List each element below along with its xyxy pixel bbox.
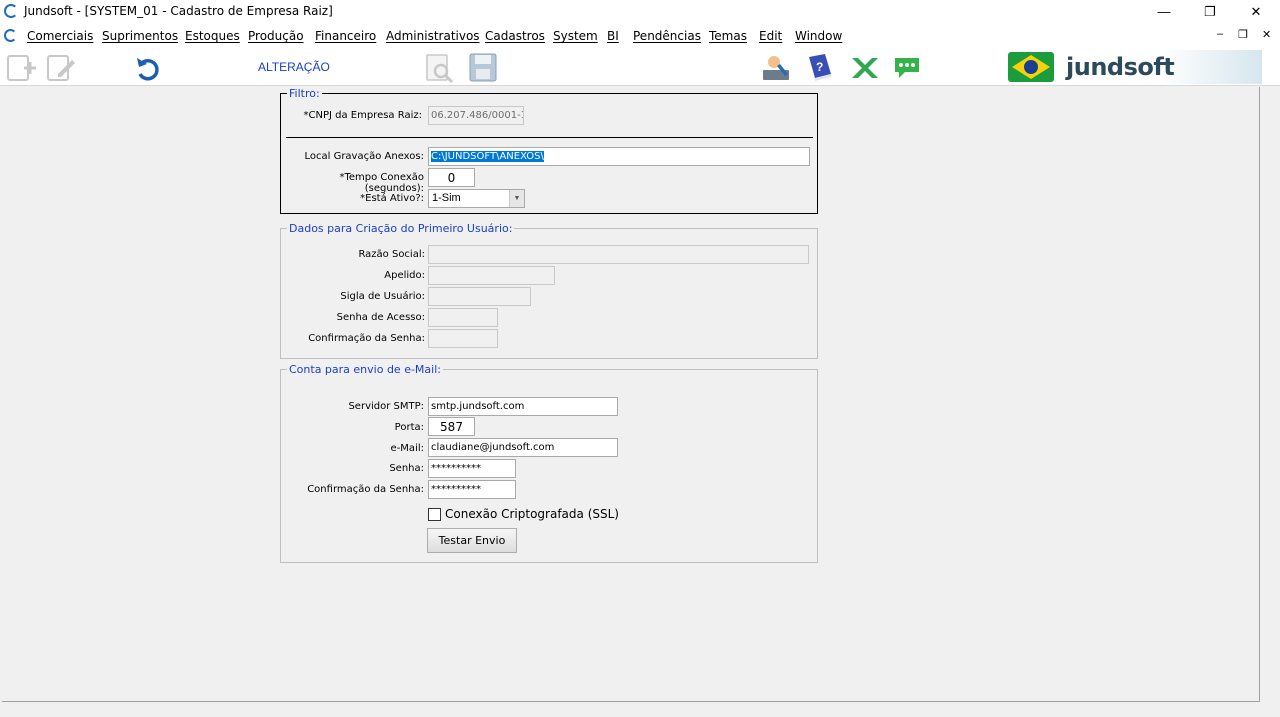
menu-financeiro[interactable]: Financeiro xyxy=(315,29,376,43)
user-tools-icon[interactable] xyxy=(760,52,792,84)
chevron-down-icon[interactable]: ▼ xyxy=(509,190,524,207)
menu-window[interactable]: Window xyxy=(795,29,842,43)
mdi-restore-button[interactable]: ❐ xyxy=(1238,28,1248,41)
sigla-usuario-label: Sigla de Usuário: xyxy=(340,291,425,302)
ssl-label[interactable]: Conexão Criptografada (SSL) xyxy=(445,507,619,521)
menu-bar: Comerciais Suprimentos Estoques Produção… xyxy=(0,23,1280,49)
menu-estoques[interactable]: Estoques xyxy=(185,29,240,43)
chat-icon[interactable] xyxy=(891,52,923,84)
add-icon[interactable] xyxy=(6,52,38,84)
cnpj-field: 06.207.486/0001-10 xyxy=(428,106,524,125)
apelido-label: Apelido: xyxy=(384,270,425,281)
ssl-checkbox[interactable] xyxy=(428,508,441,521)
divider xyxy=(286,137,813,138)
toolbar: ALTERAÇÃO ? jundsoft xyxy=(0,49,1280,86)
senha-field[interactable]: ********** xyxy=(428,459,516,478)
mdi-close-button[interactable]: ✕ xyxy=(1262,28,1271,41)
local-gravacao-field[interactable]: C:\JUNDSOFT\ANEXOS\ xyxy=(428,147,810,166)
menu-comerciais[interactable]: Comerciais xyxy=(27,29,93,43)
menu-administrativos[interactable]: Administrativos xyxy=(386,29,480,43)
local-gravacao-value: C:\JUNDSOFT\ANEXOS\ xyxy=(431,151,544,162)
mode-label: ALTERAÇÃO xyxy=(258,60,330,74)
window-title: Jundsoft - [SYSTEM_01 - Cadastro de Empr… xyxy=(24,4,333,18)
tempo-conexao-label: *Tempo Conexão (segundos): xyxy=(339,172,424,194)
email-field[interactable]: claudiane@jundsoft.com xyxy=(428,438,618,457)
esta-ativo-select[interactable]: 1-Sim ▼ xyxy=(428,189,525,208)
menu-pendencias[interactable]: Pendências xyxy=(633,29,701,43)
mdi-child-icon[interactable] xyxy=(4,29,17,42)
menu-system[interactable]: System xyxy=(553,29,598,43)
email-label: e-Mail: xyxy=(390,443,424,454)
brand-logo: jundsoft xyxy=(1066,53,1175,81)
minimize-button[interactable]: — xyxy=(1141,0,1187,23)
restore-button[interactable]: ❐ xyxy=(1187,0,1233,23)
conta-email-legend: Conta para envio de e-Mail: xyxy=(289,363,441,376)
brazil-flag-icon xyxy=(1008,52,1054,82)
brand-area: jundsoft xyxy=(1006,50,1262,84)
edit-icon[interactable] xyxy=(46,52,78,84)
menu-producao[interactable]: Produção xyxy=(248,29,304,43)
confirmacao-senha-field xyxy=(428,329,498,348)
filtro-legend: Filtro: xyxy=(289,87,320,100)
esta-ativo-value: 1-Sim xyxy=(432,192,461,204)
menu-cadastros[interactable]: Cadastros xyxy=(485,29,545,43)
right-edge xyxy=(1261,87,1280,717)
tempo-conexao-field[interactable]: 0 xyxy=(428,168,475,187)
app-logo-icon xyxy=(4,4,18,18)
porta-field[interactable]: 587 xyxy=(428,417,475,436)
excel-icon[interactable] xyxy=(848,52,880,84)
local-gravacao-label: Local Gravação Anexos: xyxy=(304,151,424,162)
sigla-usuario-field xyxy=(428,287,531,306)
testar-envio-button[interactable]: Testar Envio xyxy=(427,528,517,553)
smtp-label: Servidor SMTP: xyxy=(348,401,424,412)
save-icon[interactable] xyxy=(467,52,499,84)
esta-ativo-label: *Está Ativo?: xyxy=(360,193,424,204)
title-bar: Jundsoft - [SYSTEM_01 - Cadastro de Empr… xyxy=(0,0,1280,23)
menu-bi[interactable]: BI xyxy=(607,29,619,43)
senha-acesso-field xyxy=(428,308,498,327)
senha-label: Senha: xyxy=(389,463,424,474)
close-button[interactable]: ✕ xyxy=(1233,0,1279,23)
help-book-icon[interactable]: ? xyxy=(803,52,835,84)
confirmacao-senha-email-field[interactable]: ********** xyxy=(428,480,516,499)
porta-label: Porta: xyxy=(394,422,424,433)
senha-acesso-label: Senha de Acesso: xyxy=(336,312,425,323)
menu-edit[interactable]: Edit xyxy=(759,29,782,43)
undo-icon[interactable] xyxy=(131,52,163,84)
apelido-field xyxy=(428,266,555,285)
menu-suprimentos[interactable]: Suprimentos xyxy=(102,29,178,43)
menu-temas[interactable]: Temas xyxy=(709,29,747,43)
cnpj-label: *CNPJ da Empresa Raiz: xyxy=(303,110,423,121)
search-document-icon[interactable] xyxy=(424,52,456,84)
mdi-minimize-button[interactable]: ‒ xyxy=(1217,28,1223,40)
dados-usuario-legend: Dados para Criação do Primeiro Usuário: xyxy=(289,222,513,235)
razao-social-field xyxy=(428,245,809,264)
svg-text:?: ? xyxy=(816,60,823,74)
confirmacao-senha-label: Confirmação da Senha: xyxy=(308,333,425,344)
confirmacao-senha-email-label: Confirmação da Senha: xyxy=(307,484,424,495)
razao-social-label: Razão Social: xyxy=(358,249,425,260)
smtp-field[interactable]: smtp.jundsoft.com xyxy=(428,397,618,416)
